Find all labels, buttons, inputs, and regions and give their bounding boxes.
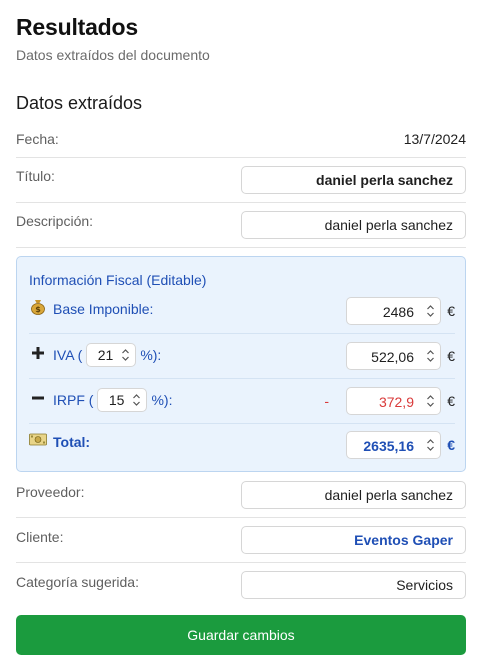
irpf-currency: € (447, 393, 455, 409)
descripcion-field[interactable]: daniel perla sanchez (241, 211, 466, 239)
irpf-rate-value: 15 (108, 392, 125, 408)
cliente-row: Cliente: Eventos Gaper (16, 518, 466, 563)
stepper-icon[interactable] (120, 348, 130, 362)
base-imponible-input[interactable]: 2486 (346, 297, 441, 325)
iva-currency: € (447, 348, 455, 364)
stepper-icon[interactable] (131, 393, 141, 407)
stepper-icon[interactable] (425, 304, 435, 318)
cliente-label: Cliente: (16, 529, 64, 545)
cash-icon (29, 433, 47, 450)
stepper-icon[interactable] (425, 394, 435, 408)
categoria-field[interactable]: Servicios (241, 571, 466, 599)
total-row: Total: 2635,16 € (29, 424, 455, 467)
total-value: 2635,16 (363, 438, 414, 454)
iva-row: IVA ( 21 %): 522,06 € (29, 334, 455, 379)
titulo-label: Título: (16, 168, 55, 184)
total-input[interactable]: 2635,16 (346, 431, 441, 459)
iva-rate-value: 21 (97, 347, 114, 363)
descripcion-label: Descripción: (16, 213, 94, 229)
cliente-field[interactable]: Eventos Gaper (241, 526, 466, 554)
fecha-value: 13/7/2024 (403, 131, 466, 147)
base-imponible-currency: € (447, 303, 455, 319)
base-imponible-value: 2486 (382, 304, 414, 320)
irpf-label-group: IRPF ( 15 %): (29, 388, 172, 412)
iva-label-prefix: IVA ( (53, 347, 83, 363)
irpf-label-suffix: %): (151, 392, 173, 408)
descripcion-row: Descripción: daniel perla sanchez (16, 203, 466, 248)
stepper-icon[interactable] (425, 349, 435, 363)
total-currency: € (447, 437, 455, 453)
fecha-row: Fecha: 13/7/2024 (16, 121, 466, 158)
section-title: Datos extraídos (16, 93, 143, 113)
save-button[interactable]: Guardar cambios (16, 615, 466, 655)
categoria-label: Categoría sugerida: (16, 574, 139, 590)
base-imponible-label-group: $ Base Imponible: (29, 298, 153, 319)
fiscal-panel: Información Fiscal (Editable) $ Base Imp… (16, 256, 466, 472)
iva-amount-input[interactable]: 522,06 (346, 342, 441, 370)
categoria-row: Categoría sugerida: Servicios (16, 563, 466, 603)
titulo-field[interactable]: daniel perla sanchez (241, 166, 466, 194)
fecha-label: Fecha: (16, 131, 59, 147)
titulo-row: Título: daniel perla sanchez (16, 158, 466, 203)
proveedor-field[interactable]: daniel perla sanchez (241, 481, 466, 509)
plus-icon (29, 346, 47, 364)
iva-label-suffix: %): (140, 347, 162, 363)
irpf-rate-input[interactable]: 15 (97, 388, 148, 412)
page-title: Resultados (16, 14, 138, 40)
iva-amount-value: 522,06 (371, 349, 414, 365)
minus-icon (29, 391, 47, 409)
irpf-label-prefix: IRPF ( (53, 392, 94, 408)
proveedor-row: Proveedor: daniel perla sanchez (16, 473, 466, 518)
total-label-group: Total: (29, 433, 90, 450)
stepper-icon[interactable] (425, 438, 435, 452)
iva-label-group: IVA ( 21 %): (29, 343, 161, 367)
page-subtitle: Datos extraídos del documento (16, 47, 210, 63)
svg-text:$: $ (35, 305, 41, 314)
iva-rate-input[interactable]: 21 (86, 343, 137, 367)
base-imponible-label: Base Imponible: (53, 300, 154, 317)
proveedor-label: Proveedor: (16, 484, 85, 500)
irpf-amount-value: 372,9 (378, 394, 414, 410)
irpf-negative-sign: - (324, 393, 329, 409)
base-imponible-row: $ Base Imponible: 2486 € (29, 291, 455, 334)
total-label: Total: (53, 433, 91, 450)
money-bag-icon: $ (29, 298, 47, 319)
irpf-amount-input[interactable]: 372,9 (346, 387, 441, 415)
irpf-row: IRPF ( 15 %): - 372,9 € (29, 379, 455, 424)
fiscal-title: Información Fiscal (Editable) (29, 272, 207, 288)
